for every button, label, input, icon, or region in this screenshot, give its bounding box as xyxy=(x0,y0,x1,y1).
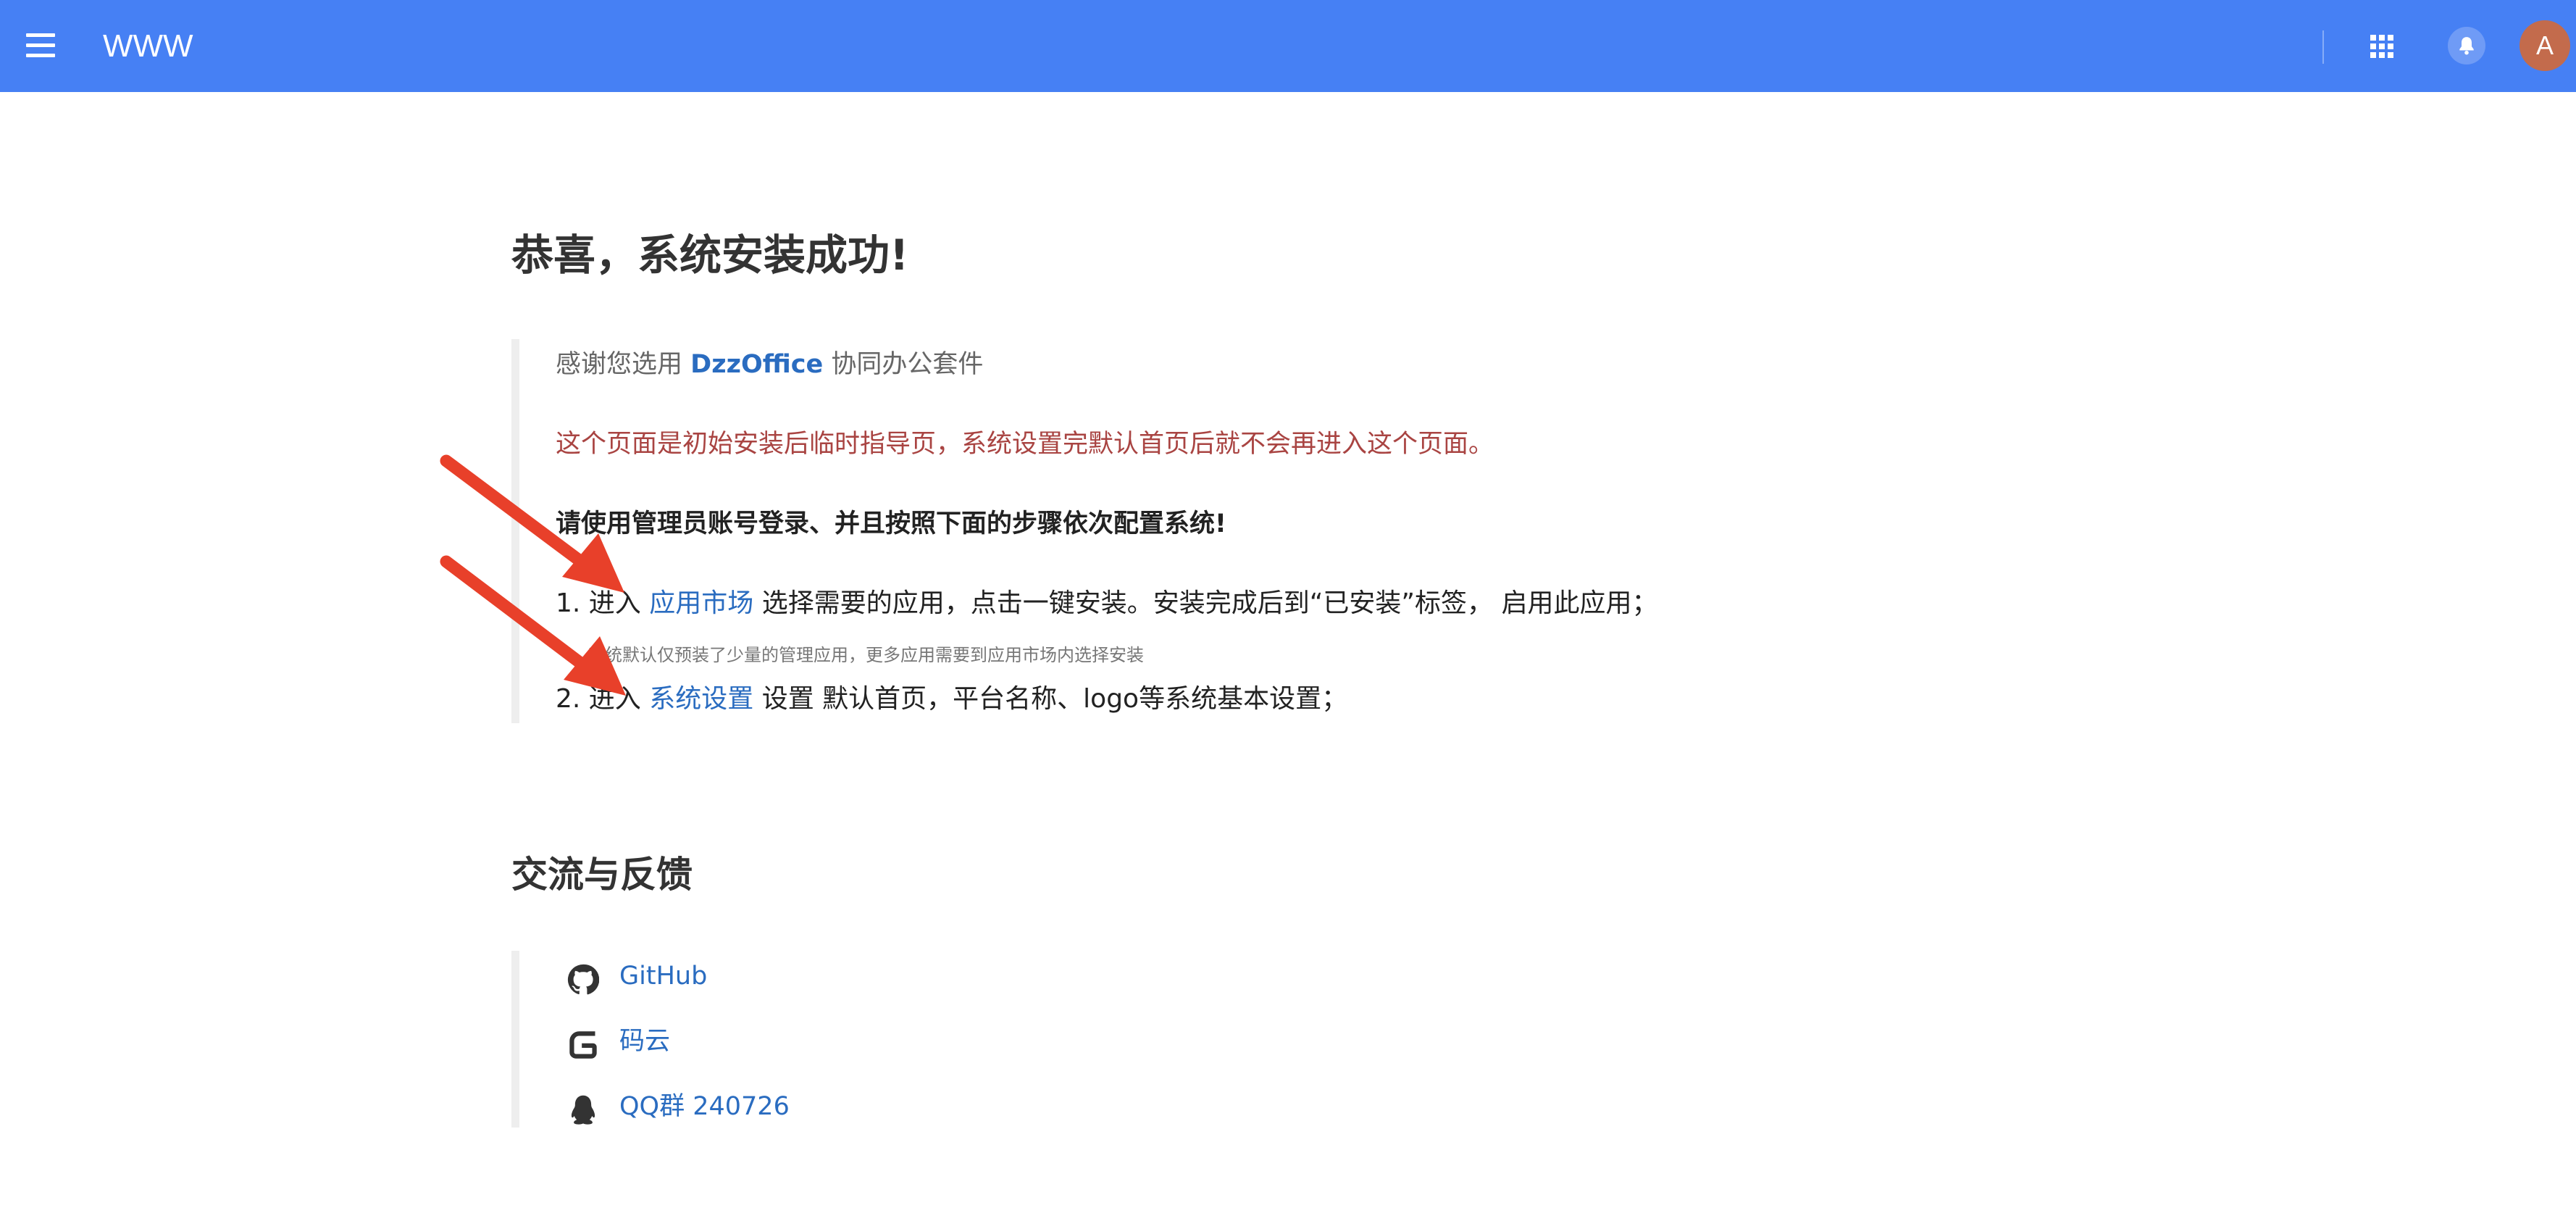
app-market-link[interactable]: 应用市场 xyxy=(649,588,753,618)
page-title: 恭喜，系统安装成功! xyxy=(511,230,909,280)
github-icon xyxy=(567,964,599,995)
qq-group-label: QQ群 240726 xyxy=(619,1092,790,1121)
thanks-prefix: 感谢您选用 xyxy=(556,350,683,379)
app-title[interactable]: WWW xyxy=(103,25,193,68)
avatar[interactable]: A xyxy=(2519,20,2570,71)
qq-icon xyxy=(571,1095,595,1125)
step-1-note: 系统默认仅预装了少量的管理应用，更多应用需要到应用市场内选择安装 xyxy=(587,645,1144,665)
thanks-suffix: 协同办公套件 xyxy=(831,350,984,379)
step-2-suffix: 设置 默认首页，平台名称、logo等系统基本设置； xyxy=(761,684,1348,714)
instruction-text: 请使用管理员账号登录、并且按照下面的步骤依次配置系统! xyxy=(556,509,1226,538)
menu-icon[interactable] xyxy=(26,33,55,58)
bell-icon xyxy=(2459,37,2474,55)
notice-text: 这个页面是初始安装后临时指导页，系统设置完默认首页后就不会再进入这个页面。 xyxy=(556,430,1494,459)
header-divider xyxy=(2322,30,2324,64)
system-settings-link[interactable]: 系统设置 xyxy=(649,684,753,714)
guide-block: 感谢您选用 DzzOffice 协同办公套件 这个页面是初始安装后临时指导页，系… xyxy=(511,339,1751,723)
apps-grid-icon[interactable] xyxy=(2370,35,2393,58)
step-1-suffix: 选择需要的应用，点击一键安装。安装完成后到“已安装”标签， 启用此应用； xyxy=(761,588,1658,618)
step-1-prefix: 1. 进入 xyxy=(556,588,641,618)
github-label: GitHub xyxy=(619,962,708,991)
top-bar: WWW A xyxy=(0,0,2576,92)
step-2-prefix: 2. 进入 xyxy=(556,684,641,714)
notifications-button[interactable] xyxy=(2448,27,2485,64)
brand-name: DzzOffice xyxy=(690,350,824,379)
gitee-icon xyxy=(569,1031,597,1059)
feedback-title: 交流与反馈 xyxy=(511,854,693,896)
step-1: 1. 进入 应用市场 选择需要的应用，点击一键安装。安装完成后到“已安装”标签，… xyxy=(556,586,1657,622)
gitee-label: 码云 xyxy=(619,1027,671,1056)
step-2: 2. 进入 系统设置 设置 默认首页，平台名称、logo等系统基本设置； xyxy=(556,681,1347,717)
thanks-line: 感谢您选用 DzzOffice 协同办公套件 xyxy=(556,346,983,383)
feedback-list: GitHub 码云 QQ群 240726 xyxy=(511,951,1171,1128)
